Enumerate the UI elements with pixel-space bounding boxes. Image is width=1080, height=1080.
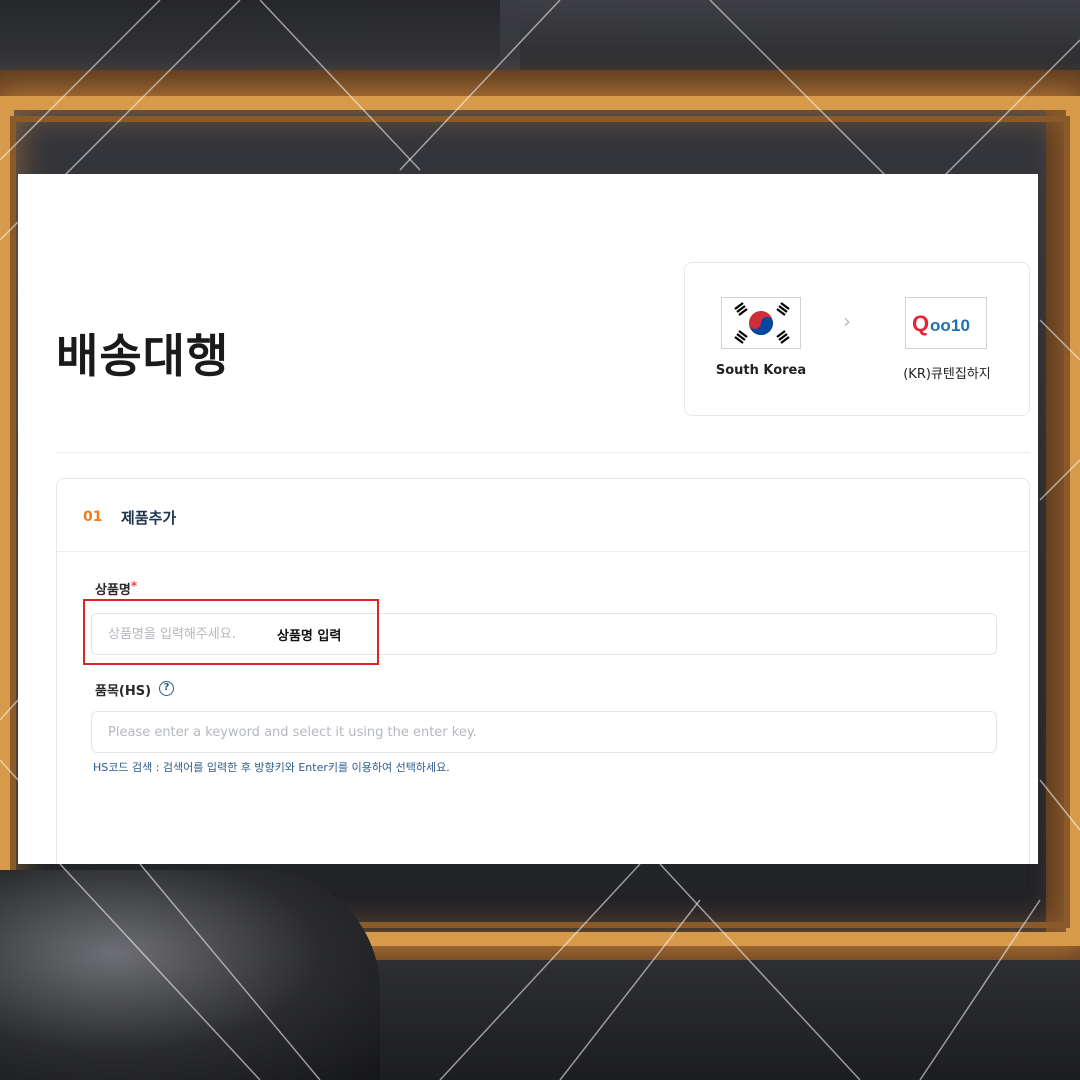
section-number: 01 — [83, 509, 103, 525]
origin-country-label: South Korea — [715, 363, 807, 378]
section-title: 제품추가 — [121, 509, 177, 527]
hs-code-hint: HS코드 검색 : 검색어를 입력한 후 방향키와 Enter키를 이용하여 선… — [93, 761, 450, 774]
page-title: 배송대행 — [56, 329, 230, 383]
required-mark: * — [130, 579, 138, 593]
question-circle-icon[interactable]: ? — [159, 681, 174, 696]
svg-text:oo: oo — [930, 316, 951, 335]
shipping-route-card: South Korea › Q oo 10 (KR)큐텐집하지 — [684, 262, 1030, 416]
hs-code-label: 품목(HS) — [95, 684, 152, 699]
product-name-label: 상품명* — [95, 579, 137, 598]
svg-text:10: 10 — [951, 316, 970, 335]
section-header: 01 제품추가 — [57, 479, 1029, 552]
chevron-right-icon: › — [843, 309, 851, 333]
delivery-agent-screen: 배송대행 South Korea › Q oo 10 (KR)큐텐집하지 01 … — [18, 174, 1038, 864]
add-product-section: 01 제품추가 상품명* 상품명 입력 품목(HS) ? HS코드 검색 : 검… — [56, 478, 1030, 864]
product-name-annotation: 상품명 입력 — [277, 629, 342, 644]
qoo10-logo-icon: Q oo 10 — [905, 297, 987, 349]
product-name-label-text: 상품명 — [95, 583, 131, 598]
hs-code-search-input[interactable] — [91, 711, 997, 753]
south-korea-flag-icon — [721, 297, 801, 349]
header-divider — [56, 452, 1030, 453]
svg-text:Q: Q — [912, 311, 929, 336]
destination-warehouse-label: (KR)큐텐집하지 — [903, 367, 991, 382]
